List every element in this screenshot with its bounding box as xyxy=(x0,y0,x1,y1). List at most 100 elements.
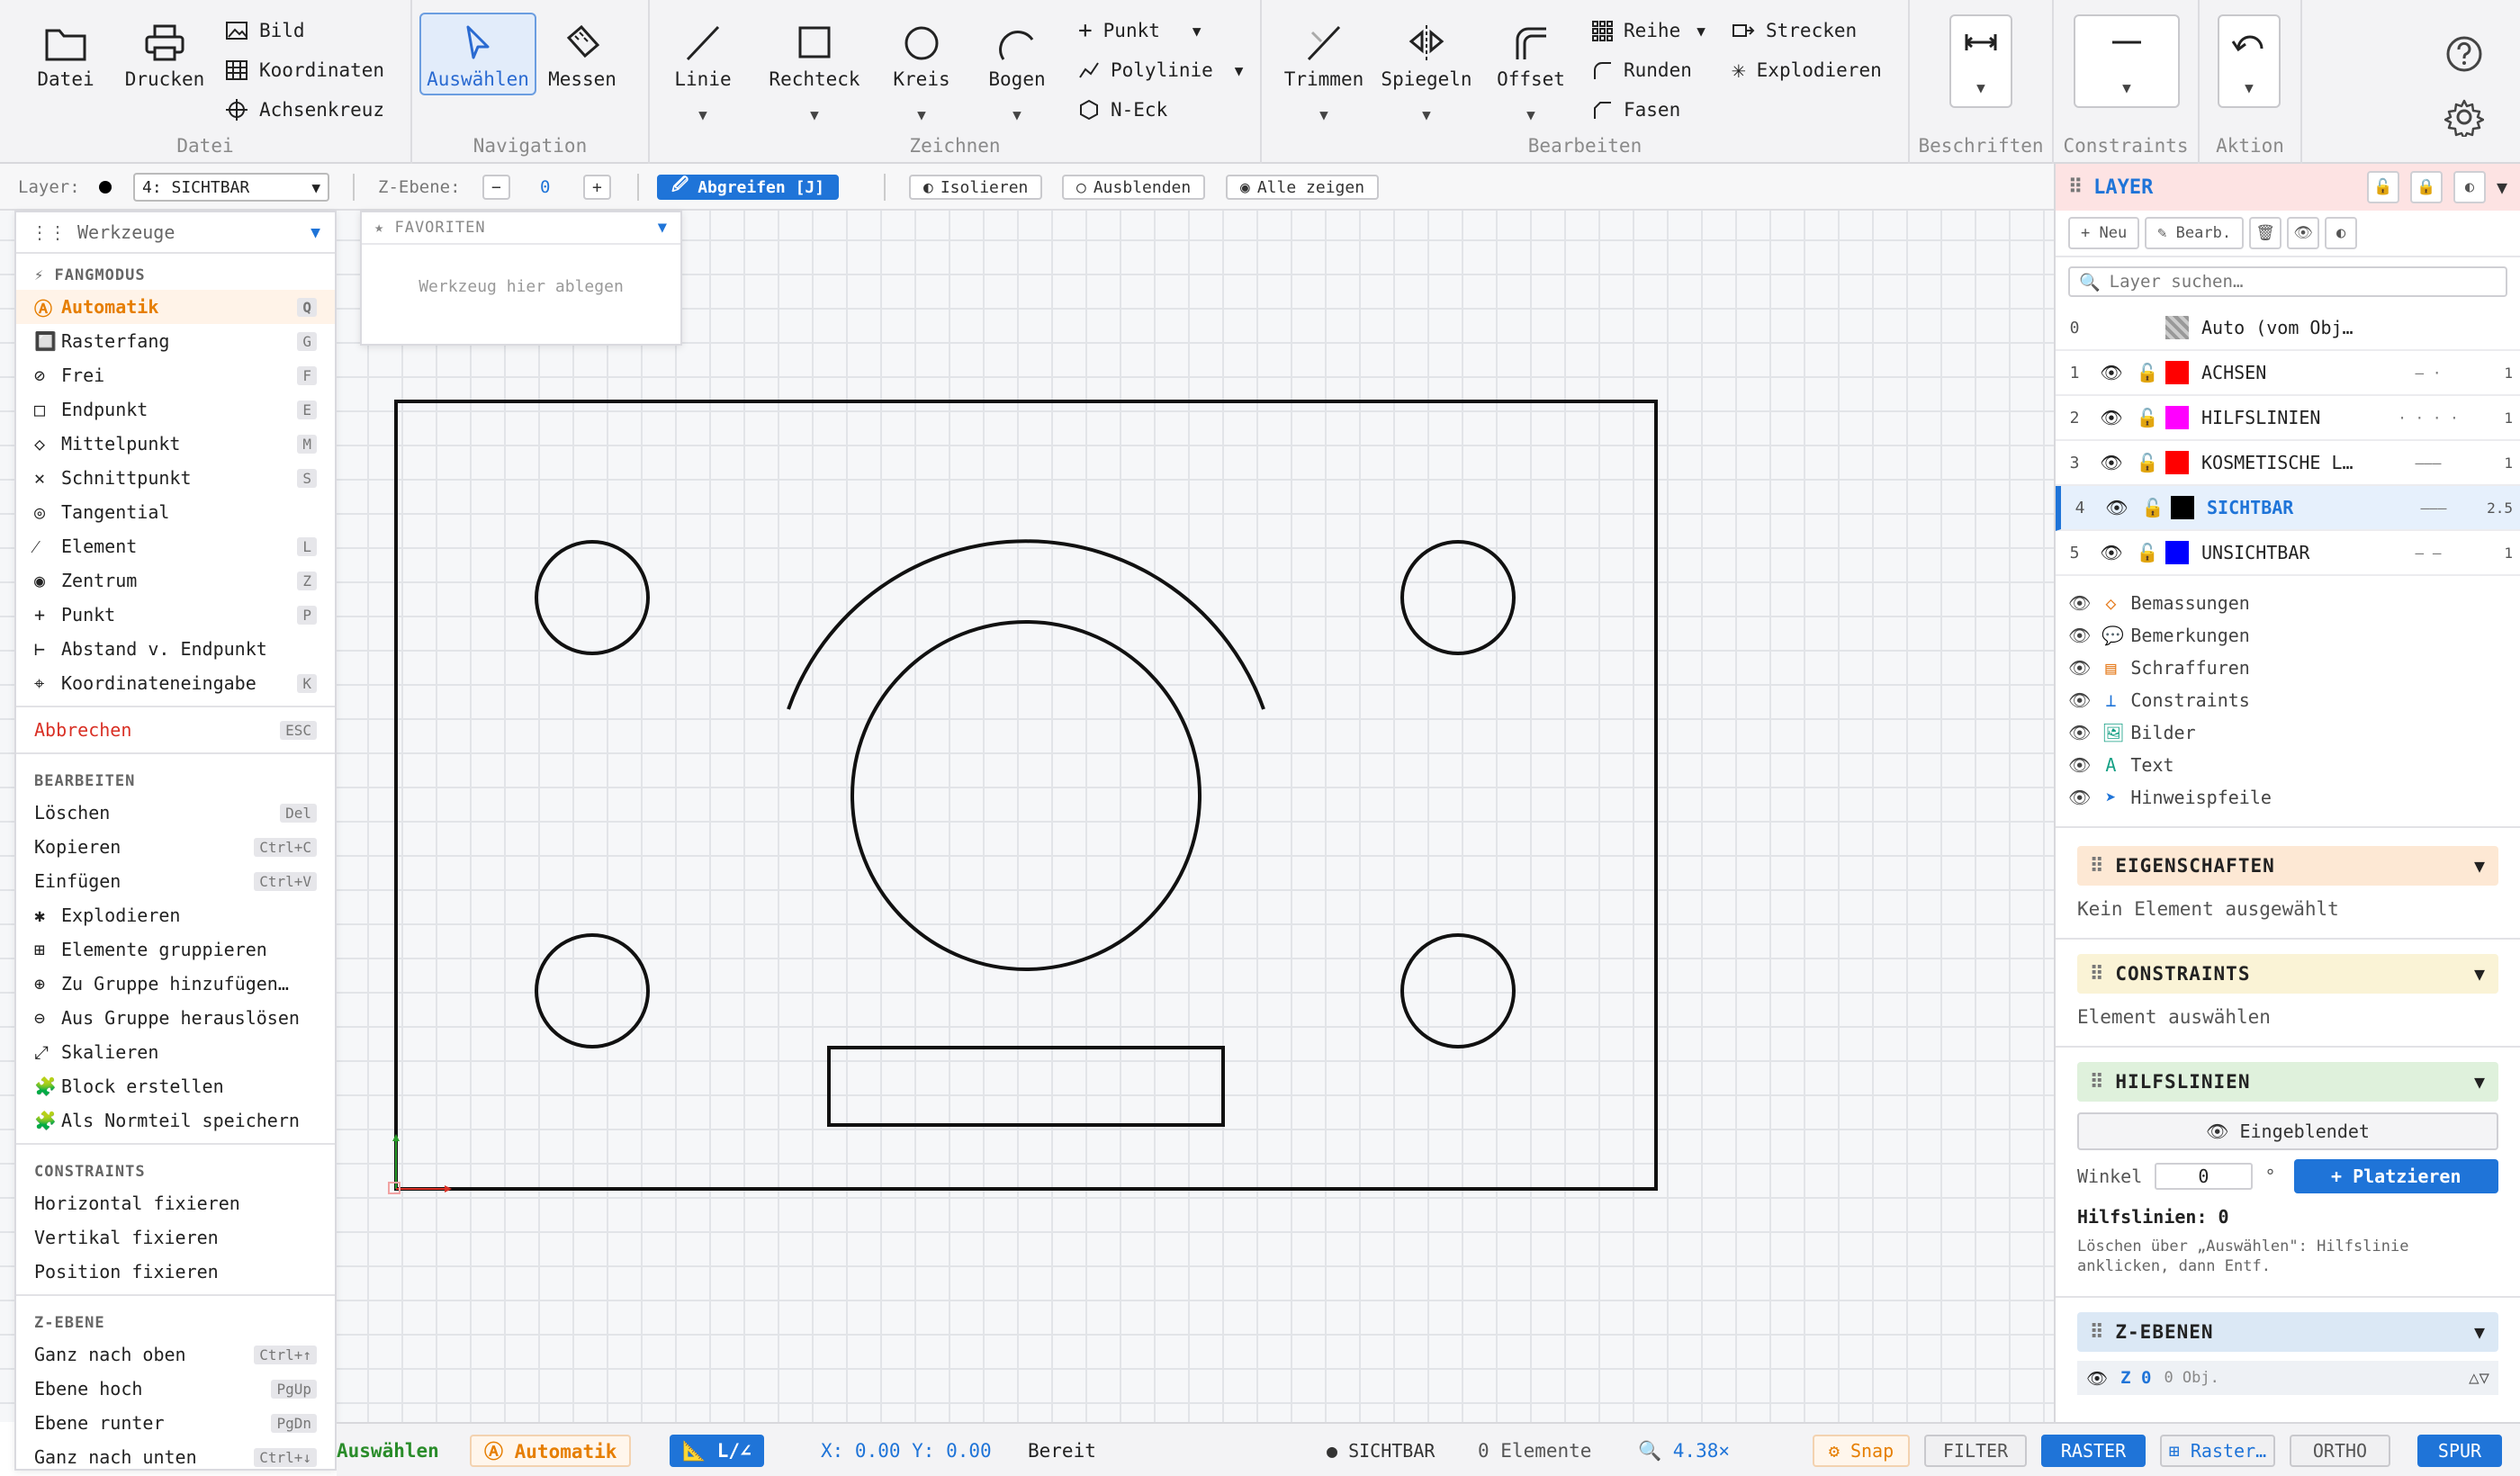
auswaehlen-button[interactable]: Auswählen xyxy=(419,13,536,95)
tool-item-elemente-gruppieren[interactable]: ⊞ Elemente gruppieren xyxy=(16,932,335,967)
tool-item-schnittpunkt[interactable]: ✕ Schnittpunkt S xyxy=(16,461,335,495)
tool-item-koordinateneingabe[interactable]: ⌖ Koordinateneingabe K xyxy=(16,666,335,700)
messen-button[interactable]: Messen xyxy=(524,13,641,95)
ortho-toggle-button[interactable]: ORTHO xyxy=(2290,1435,2390,1467)
tool-item-rasterfang[interactable]: 🔲 Rasterfang G xyxy=(16,324,335,358)
layer-lineweight[interactable]: 2.5 xyxy=(2487,500,2513,517)
collapse-arrow-icon[interactable]: ▼ xyxy=(2497,176,2507,198)
trimmen-button[interactable]: Trimmen ▼ xyxy=(1265,13,1382,123)
constraints-button[interactable]: ▼ xyxy=(2074,14,2180,108)
collapse-arrow-icon[interactable]: ▼ xyxy=(2474,1321,2486,1343)
help-icon[interactable] xyxy=(2444,34,2484,74)
drucken-button[interactable]: Drucken xyxy=(106,13,223,95)
spur-toggle-button[interactable]: SPUR xyxy=(2417,1435,2502,1467)
kreis-dropdown-icon[interactable]: ▼ xyxy=(878,106,965,123)
visibility-row-text[interactable]: 👁 A Text xyxy=(2056,749,2520,781)
layer-search-input[interactable]: 🔍 Layer suchen… xyxy=(2068,266,2507,297)
abgreifen-button[interactable]: 🖉 Abgreifen [J] xyxy=(657,164,840,211)
lock-icon[interactable]: 🔓 xyxy=(2129,542,2165,563)
lock-icon[interactable]: 🔓 xyxy=(2129,452,2165,473)
zebene-move-arrows[interactable]: △▽ xyxy=(2469,1368,2489,1388)
visibility-row-bemerkungen[interactable]: 👁 💬 Bemerkungen xyxy=(2056,619,2520,652)
half-circle-icon[interactable]: ◐ xyxy=(2452,171,2486,203)
arc-top[interactable] xyxy=(787,539,1265,710)
circle-top-right[interactable] xyxy=(1400,540,1516,655)
tool-item-automatik[interactable]: Ⓐ Automatik Q xyxy=(16,290,335,324)
tool-item-ebene-runter[interactable]: Ebene runter PgDn xyxy=(16,1406,335,1440)
trash-icon[interactable]: 🗑 xyxy=(2249,217,2282,249)
punkt-button[interactable]: + Punkt ▼ xyxy=(1078,14,1202,47)
layer-row-hilfslinien[interactable]: 2 👁 🔓 HILFSLINIEN · · · · 1 xyxy=(2056,396,2520,441)
punkt-dropdown-icon[interactable]: ▼ xyxy=(1192,22,1202,40)
collapse-arrow-icon[interactable]: ▼ xyxy=(310,223,320,242)
visibility-row-hinweispfeile[interactable]: 👁 ➤ Hinweispfeile xyxy=(2056,781,2520,814)
collapse-arrow-icon[interactable]: ▼ xyxy=(658,219,668,237)
snap-toggle-button[interactable]: ⚙ Snap xyxy=(1813,1435,1910,1467)
tool-item-position-fixieren[interactable]: Position fixieren xyxy=(16,1255,335,1289)
tool-item-tangential[interactable]: ◎ Tangential xyxy=(16,495,335,529)
tool-item-abstand-v-endpunkt[interactable]: ⊢ Abstand v. Endpunkt xyxy=(16,632,335,666)
rechteck-button[interactable]: Rechteck ▼ xyxy=(756,13,873,123)
raster-toggle-button[interactable]: RASTER xyxy=(2041,1435,2146,1467)
visibility-row-schraffuren[interactable]: 👁 ▤ Schraffuren xyxy=(2056,652,2520,684)
layer-color-swatch[interactable] xyxy=(2171,496,2194,519)
polylinie-button[interactable]: Polylinie ▼ xyxy=(1078,54,1243,86)
eye-icon[interactable]: 👁 xyxy=(2093,407,2129,428)
tool-item-element[interactable]: ⁄ Element L xyxy=(16,529,335,563)
collapse-arrow-icon[interactable]: ▼ xyxy=(2474,1071,2486,1093)
drag-handle-icon[interactable]: ⠿ xyxy=(2090,855,2104,877)
layer-neu-button[interactable]: + Neu xyxy=(2068,217,2140,249)
fasen-button[interactable]: Fasen xyxy=(1591,94,1680,126)
zebene-minus-button[interactable]: − xyxy=(482,164,510,211)
circle-bottom-right[interactable] xyxy=(1400,933,1516,1048)
tool-item-vertikal-fixieren[interactable]: Vertikal fixieren xyxy=(16,1220,335,1255)
tool-item-explodieren[interactable]: ✱ Explodieren xyxy=(16,898,335,932)
layer-linetype[interactable]: — · xyxy=(2392,364,2464,382)
tool-item-skalieren[interactable]: ⤢ Skalieren xyxy=(16,1035,335,1069)
spiegeln-dropdown-icon[interactable]: ▼ xyxy=(1379,106,1474,123)
layer-lineweight[interactable]: 1 xyxy=(2504,454,2513,472)
reihe-button[interactable]: Reihe ▼ xyxy=(1591,14,1706,47)
drag-handle-icon[interactable]: ⠿ xyxy=(2090,963,2104,985)
eye-icon[interactable]: 👁 xyxy=(2068,787,2091,808)
koordinaten-button[interactable]: Koordinaten xyxy=(225,54,384,86)
offset-dropdown-icon[interactable]: ▼ xyxy=(1483,106,1579,123)
layer-color-swatch[interactable] xyxy=(2165,361,2189,384)
zebene-row[interactable]: 👁 Z 0 0 Obj. △▽ xyxy=(2077,1361,2498,1395)
layer-panel-header[interactable]: ⠿ LAYER 🔓 🔒 ◐ ▼ xyxy=(2056,164,2520,211)
runden-button[interactable]: Runden xyxy=(1591,54,1692,86)
raster-options-button[interactable]: ⊞ Raster… xyxy=(2160,1435,2275,1467)
polylinie-dropdown-icon[interactable]: ▼ xyxy=(1235,62,1244,79)
drag-handle-icon[interactable]: ⠿ xyxy=(2090,1071,2104,1093)
eye-icon[interactable]: 👁 xyxy=(2093,362,2129,383)
tool-item-kopieren[interactable]: Kopieren Ctrl+C xyxy=(16,830,335,864)
isolieren-button[interactable]: ◐ Isolieren xyxy=(909,164,1043,211)
strecken-button[interactable]: Strecken xyxy=(1732,14,1857,47)
eye-icon[interactable]: 👁 xyxy=(2093,542,2129,563)
winkel-input[interactable]: 0 xyxy=(2155,1163,2253,1190)
drag-handle-icon[interactable]: ⋮⋮ xyxy=(31,221,67,243)
drag-handle-icon[interactable]: ⠿ xyxy=(2090,1321,2104,1343)
favorites-panel[interactable]: ★ FAVORITEN ▼ Werkzeug hier ablegen xyxy=(360,211,682,346)
beschriften-dropdown-icon[interactable]: ▼ xyxy=(1951,79,2011,96)
gear-icon[interactable] xyxy=(2444,97,2484,137)
offset-button[interactable]: Offset ▼ xyxy=(1481,13,1580,123)
lock-icon[interactable]: 🔓 xyxy=(2129,407,2165,428)
bogen-button[interactable]: Bogen ▼ xyxy=(970,13,1064,123)
tool-item-horizontal-fixieren[interactable]: Horizontal fixieren xyxy=(16,1186,335,1220)
eye-icon[interactable]: 👁 xyxy=(2068,722,2091,743)
tool-item-frei[interactable]: ⊘ Frei F xyxy=(16,358,335,392)
eingeblendet-toggle[interactable]: 👁 Eingeblendet xyxy=(2077,1112,2498,1150)
spiegeln-button[interactable]: Spiegeln ▼ xyxy=(1377,13,1476,123)
abbrechen-item[interactable]: Abbrechen ESC xyxy=(16,713,335,747)
half-circle-icon[interactable]: ◐ xyxy=(2325,217,2358,249)
layer-linetype[interactable]: ——— xyxy=(2392,454,2464,472)
layer-row-unsichtbar[interactable]: 5 👁 🔓 UNSICHTBAR — — 1 xyxy=(2056,531,2520,576)
reihe-dropdown-icon[interactable]: ▼ xyxy=(1696,22,1706,40)
outer-rectangle[interactable] xyxy=(394,400,1658,1191)
tool-item-einfügen[interactable]: Einfügen Ctrl+V xyxy=(16,864,335,898)
alle-zeigen-button[interactable]: ◉ Alle zeigen xyxy=(1226,164,1380,211)
filter-button[interactable]: FILTER xyxy=(1924,1435,2027,1467)
layer-lineweight[interactable]: 1 xyxy=(2504,544,2513,562)
layer-linetype[interactable]: ——— xyxy=(2398,500,2470,517)
